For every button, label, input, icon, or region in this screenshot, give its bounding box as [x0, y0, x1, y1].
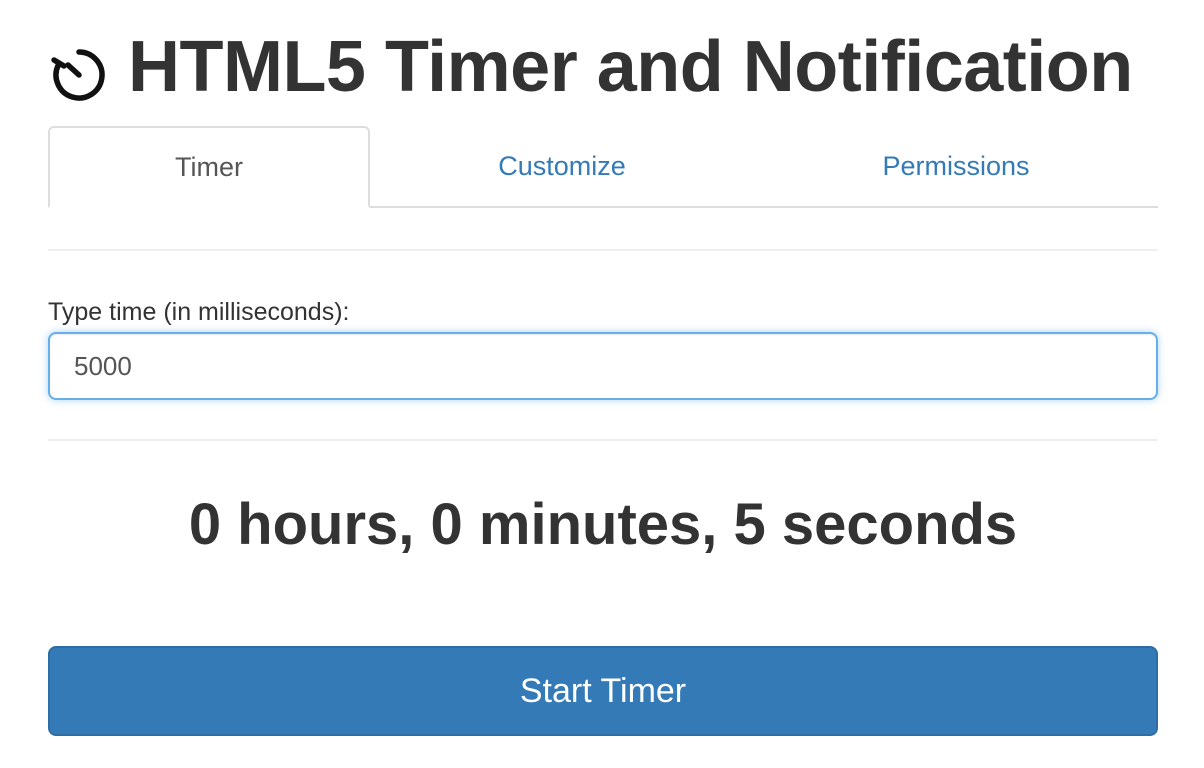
tab-permissions[interactable]: Permissions: [754, 126, 1158, 208]
timer-page: HTML5 Timer and Notification Timer Custo…: [0, 0, 1204, 768]
tab-timer[interactable]: Timer: [48, 126, 370, 208]
page-title: HTML5 Timer and Notification: [128, 27, 1133, 107]
tab-bar: Timer Customize Permissions: [48, 126, 1158, 210]
start-timer-button[interactable]: Start Timer: [48, 646, 1158, 736]
page-header: HTML5 Timer and Notification: [48, 22, 1133, 112]
tab-customize[interactable]: Customize: [370, 126, 754, 208]
time-input-label: Type time (in milliseconds):: [48, 298, 350, 326]
divider: [48, 249, 1158, 251]
divider: [48, 439, 1158, 441]
stopwatch-icon: [51, 49, 105, 101]
time-readout: 0 hours, 0 minutes, 5 seconds: [188, 492, 1018, 557]
time-input[interactable]: [48, 332, 1158, 400]
